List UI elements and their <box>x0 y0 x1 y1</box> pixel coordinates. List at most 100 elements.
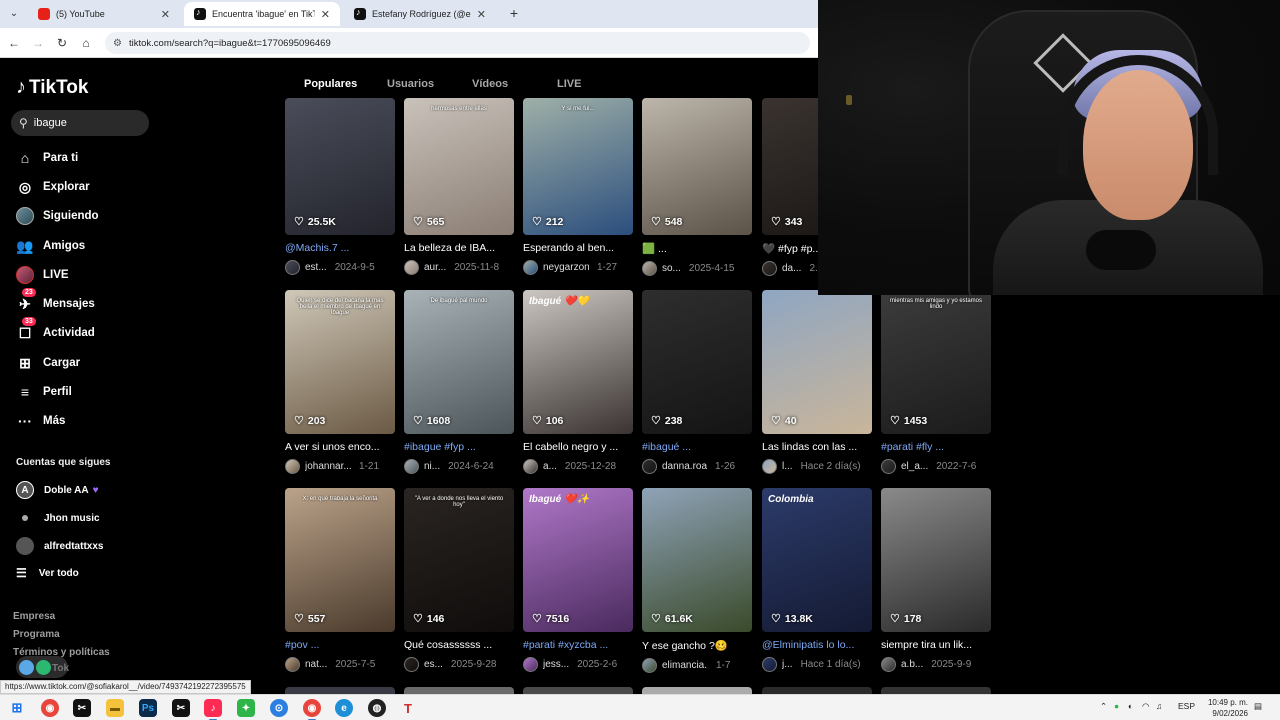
video-thumbnail[interactable]: ♡ 238 <box>642 290 752 434</box>
nav-siguiendo[interactable]: Siguiendo <box>16 205 99 227</box>
video-description[interactable]: Y ese gancho ?🥴 <box>642 639 752 652</box>
video-card[interactable]: ♡ 548 🟩 ... so... 2025-4-15 <box>642 98 752 276</box>
following-account-jhon-music[interactable]: Jhon music <box>16 508 100 528</box>
author-username[interactable]: jess... <box>543 659 569 670</box>
avatar[interactable] <box>642 261 657 276</box>
video-description[interactable]: El cabello negro y ... <box>523 441 633 453</box>
video-card[interactable]: ♡ 178 siempre tira un lik... a.b... 2025-9-9 <box>881 488 991 672</box>
video-thumbnail[interactable] <box>642 687 752 694</box>
video-card[interactable]: "A ver a donde nos lleva el viento hoy" ♡… <box>404 488 514 672</box>
video-thumbnail[interactable] <box>762 687 872 694</box>
home-icon[interactable]: ⌂ <box>77 34 95 52</box>
video-thumbnail[interactable]: Y si me fui... ♡ 212 <box>523 98 633 235</box>
video-card[interactable]: ♡ 238 #ibagué ... danna.roa 1-26 <box>642 290 752 474</box>
tab-populares[interactable]: Populares <box>295 78 366 101</box>
tab-usuarios[interactable]: Usuarios <box>387 78 434 90</box>
edge-icon[interactable]: e <box>335 699 353 717</box>
see-all-link[interactable]: ☰ Ver todo <box>16 566 79 580</box>
following-account-alfredtattxxs[interactable]: alfredtattxxs <box>16 536 103 556</box>
video-thumbnail[interactable]: Quien se dice del bacana la mas bella el… <box>285 290 395 434</box>
photoshop-icon[interactable]: Ps <box>139 699 157 717</box>
tray-app-icon[interactable]: ◐ <box>1128 701 1133 711</box>
video-thumbnail[interactable]: ♡ 178 <box>881 488 991 632</box>
video-description[interactable]: A ver si unos enco... <box>285 441 395 453</box>
tab-videos[interactable]: Vídeos <box>472 78 508 90</box>
video-description[interactable]: #parati #fly ... <box>881 441 991 453</box>
text-app-icon[interactable]: T <box>399 699 417 717</box>
browser-tab-tiktok-search[interactable]: Encuentra 'ibague' en TikTok | B ✕ <box>184 2 340 26</box>
author-username[interactable]: aur... <box>424 262 446 273</box>
avatar[interactable] <box>881 459 896 474</box>
tab-live[interactable]: LIVE <box>557 78 581 90</box>
address-bar[interactable]: ⚙ tiktok.com/search?q=ibague&t=177069509… <box>105 32 810 54</box>
video-thumbnail[interactable] <box>523 687 633 694</box>
author-username[interactable]: a.b... <box>901 659 923 670</box>
nav-live[interactable]: LIVE <box>16 264 69 286</box>
nav-perfil[interactable]: ≡ Perfil <box>16 381 72 403</box>
video-thumbnail[interactable]: ♡ 548 <box>642 98 752 235</box>
video-description[interactable]: Qué cosassssss ... <box>404 639 514 651</box>
video-thumbnail[interactable]: Colombia ♡ 13.8K <box>762 488 872 632</box>
browser-tab-youtube[interactable]: (5) YouTube ✕ <box>28 2 180 26</box>
author-username[interactable]: j... <box>782 659 793 670</box>
video-description[interactable]: 🟩 ... <box>642 242 752 255</box>
author-username[interactable]: el_a... <box>901 461 928 472</box>
nav-para-ti[interactable]: ⌂ Para ti <box>16 147 78 169</box>
author-username[interactable]: nat... <box>305 659 327 670</box>
avatar[interactable] <box>285 657 300 672</box>
nav-mensajes[interactable]: ✈ 23 Mensajes <box>16 288 95 315</box>
video-card[interactable]: Ibagué ❤️✨ ♡ 7516 #parati #xyzcba ... jess..… <box>523 488 633 672</box>
video-thumbnail[interactable]: De ibagué pal mundo ♡ 1608 <box>404 290 514 434</box>
author-username[interactable]: danna.roa <box>662 461 707 472</box>
close-icon[interactable]: ✕ <box>161 8 170 21</box>
site-info-icon[interactable]: ⚙ <box>113 38 122 49</box>
video-description[interactable]: siempre tira un lik... <box>881 639 991 651</box>
video-description[interactable]: #ibagué ... <box>642 441 752 453</box>
avatar[interactable] <box>285 459 300 474</box>
volume-icon[interactable]: ♫ <box>1156 701 1162 711</box>
video-description[interactable]: #ibague #fyp ... <box>404 441 514 453</box>
avatar[interactable] <box>404 459 419 474</box>
browser-tab-tiktok-profile[interactable]: Estefany Rodríguez (@estefany ✕ <box>344 2 496 26</box>
author-username[interactable]: est... <box>305 262 327 273</box>
green-app-icon[interactable]: ✦ <box>237 699 255 717</box>
chrome-icon[interactable]: ◉ <box>41 699 59 717</box>
video-description[interactable]: @Elminipatis lo lo... <box>762 639 872 651</box>
nav-amigos[interactable]: 👥 Amigos <box>16 235 85 257</box>
video-description[interactable]: Esperando al ben... <box>523 242 633 254</box>
avatar[interactable] <box>762 459 777 474</box>
avatar[interactable] <box>642 459 657 474</box>
video-thumbnail[interactable] <box>285 687 395 694</box>
author-username[interactable]: a... <box>543 461 557 472</box>
avatar[interactable] <box>642 658 657 673</box>
tiktok-logo[interactable]: ♪ TikTok <box>16 76 88 99</box>
author-username[interactable]: neygarzon <box>543 262 589 273</box>
video-card[interactable]: ♡ 40 Las lindas con las ... l... Hace 2 día(… <box>762 290 872 474</box>
avatar[interactable] <box>762 261 777 276</box>
close-icon[interactable]: ✕ <box>477 8 486 21</box>
avatar[interactable] <box>404 260 419 275</box>
video-thumbnail[interactable]: hermosas entre ellas ♡ 565 <box>404 98 514 235</box>
video-thumbnail[interactable]: ♡ 40 <box>762 290 872 434</box>
following-account-doble-aa[interactable]: A Doble AA ♥ <box>16 480 99 500</box>
footer-programa[interactable]: Programa <box>13 629 60 640</box>
video-thumbnail[interactable]: ♡ 25.5K <box>285 98 395 235</box>
tiktok-icon[interactable]: ♪ <box>204 699 222 720</box>
video-thumbnail[interactable]: ♡ 61.6K <box>642 488 752 632</box>
video-card[interactable]: Colombia ♡ 13.8K @Elminipatis lo lo... j... H… <box>762 488 872 672</box>
file-explorer-icon[interactable]: ▬ <box>106 699 124 717</box>
capcut-icon[interactable]: ✂ <box>172 699 190 717</box>
reload-icon[interactable]: ↻ <box>53 34 71 52</box>
notification-icon[interactable]: ▤ <box>1254 701 1262 712</box>
video-card[interactable]: Y si me fui... ♡ 212 Esperando al ben... ney… <box>523 98 633 275</box>
video-description[interactable]: La belleza de IBA... <box>404 242 514 254</box>
video-description[interactable]: @Machis.7 ... <box>285 242 395 254</box>
video-card[interactable]: Ibagué ❤️💛 ♡ 106 El cabello negro y ... a...… <box>523 290 633 474</box>
tab-search-chevron-icon[interactable]: ⌄ <box>5 5 23 23</box>
author-username[interactable]: es... <box>424 659 443 670</box>
avatar[interactable] <box>523 459 538 474</box>
video-thumbnail[interactable]: mientras mis amigas y yo estamos lindo ♡ 1… <box>881 290 991 434</box>
author-username[interactable]: johannar... <box>305 461 351 472</box>
blue-app-icon[interactable]: ⊙ <box>270 699 288 717</box>
back-arrow-icon[interactable]: ← <box>5 34 23 52</box>
